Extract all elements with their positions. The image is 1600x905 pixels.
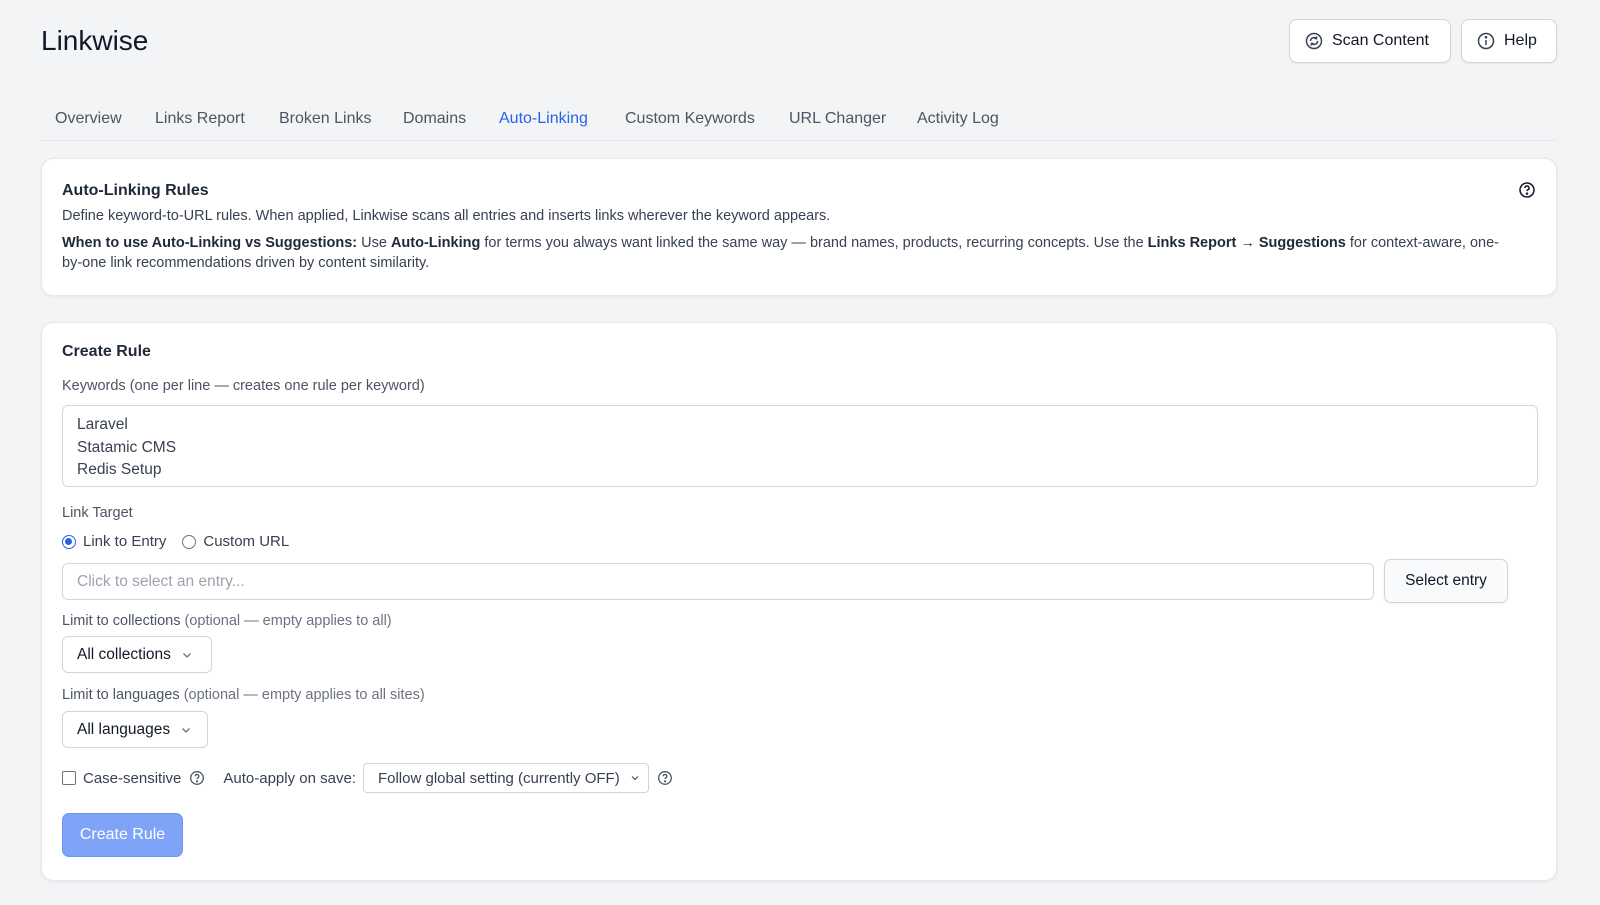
create-rule-card: Create Rule Keywords (one per line — cre… [41,322,1557,881]
collections-value: All collections [77,645,171,663]
create-rule-title: Create Rule [62,343,151,360]
help-label: Help [1504,32,1537,49]
languages-label: Limit to languages (optional — empty app… [62,687,425,703]
info-title: Auto-Linking Rules [62,182,209,199]
link-target-label: Link Target [62,505,133,521]
when-text-2: for terms you always want linked the sam… [480,235,1148,251]
radio-button[interactable] [182,534,197,549]
info-description: Define keyword-to-URL rules. When applie… [62,208,831,224]
case-sensitive-checkbox[interactable] [62,771,76,785]
scan-icon [1305,32,1323,50]
radio-link-to-entry[interactable]: Link to Entry [62,533,166,550]
question-icon[interactable] [657,770,673,786]
tab-auto-linking[interactable]: Auto-Linking [499,110,588,128]
info-icon [1477,32,1495,50]
tab-overview[interactable]: Overview [55,110,122,128]
collections-label-text: Limit to collections [62,613,181,629]
collections-label: Limit to collections (optional — empty a… [62,613,392,629]
languages-hint: (optional — empty applies to all sites) [179,687,425,703]
page-header: Linkwise Scan Content Help [41,18,1557,64]
languages-dropdown[interactable]: All languages [62,711,208,748]
keyword-line: Laravel [77,416,128,433]
link-target-radio-group: Link to Entry Custom URL [62,533,305,550]
when-bold-suggestions: Links Report → Suggestions [1147,235,1346,251]
tab-broken-links[interactable]: Broken Links [279,110,372,128]
chevron-down-icon [182,727,191,733]
chevron-down-icon [182,652,191,658]
question-icon[interactable] [1518,181,1536,199]
scan-content-button[interactable]: Scan Content [1289,19,1451,63]
keywords-label: Keywords (one per line — creates one rul… [62,378,425,394]
tab-bar: Overview Links Report Broken Links Domai… [41,100,1557,141]
collections-dropdown[interactable]: All collections [62,636,212,673]
entry-picker-input[interactable]: Click to select an entry... [62,563,1374,600]
info-when-to-use: When to use Auto-Linking vs Suggestions:… [62,233,1502,273]
question-icon[interactable] [189,770,205,786]
case-sensitive-label: Case-sensitive [83,769,182,787]
tab-domains[interactable]: Domains [403,110,466,128]
scan-content-label: Scan Content [1332,32,1429,49]
help-button[interactable]: Help [1461,19,1557,63]
tab-custom-keywords[interactable]: Custom Keywords [625,110,755,128]
keyword-line: Statamic CMS [77,438,177,456]
rule-options-row: Case-sensitive Auto-apply on save: Follo… [62,763,673,793]
select-entry-button[interactable]: Select entry [1384,559,1508,603]
radio-link-to-entry-label: Link to Entry [83,533,167,550]
auto-linking-info-card: Auto-Linking Rules Define keyword-to-URL… [41,158,1557,296]
chevron-down-icon [631,776,639,781]
entry-placeholder: Click to select an entry... [77,572,245,590]
radio-custom-url[interactable]: Custom URL [182,533,289,550]
tab-links-report[interactable]: Links Report [155,110,245,128]
app-title: Linkwise [41,25,149,56]
keyword-line: Redis Setup [77,461,162,478]
when-heading: When to use Auto-Linking vs Suggestions: [62,235,358,251]
tab-activity-log[interactable]: Activity Log [917,110,999,128]
when-bold-auto-linking: Auto-Linking [390,235,481,251]
auto-apply-value: Follow global setting (currently OFF) [377,769,620,787]
collections-hint: (optional — empty applies to all) [180,613,392,629]
languages-value: All languages [77,720,171,738]
when-text-1: Use [357,235,391,251]
radio-button[interactable] [62,534,76,549]
keywords-textarea[interactable]: Laravel Statamic CMS Redis Setup [62,405,1538,487]
languages-label-text: Limit to languages [62,687,180,703]
create-rule-button[interactable]: Create Rule [62,813,183,857]
tab-url-changer[interactable]: URL Changer [789,110,886,128]
radio-custom-url-label: Custom URL [203,533,290,550]
auto-apply-select[interactable]: Follow global setting (currently OFF) [362,763,649,793]
auto-apply-label: Auto-apply on save: [223,769,356,787]
